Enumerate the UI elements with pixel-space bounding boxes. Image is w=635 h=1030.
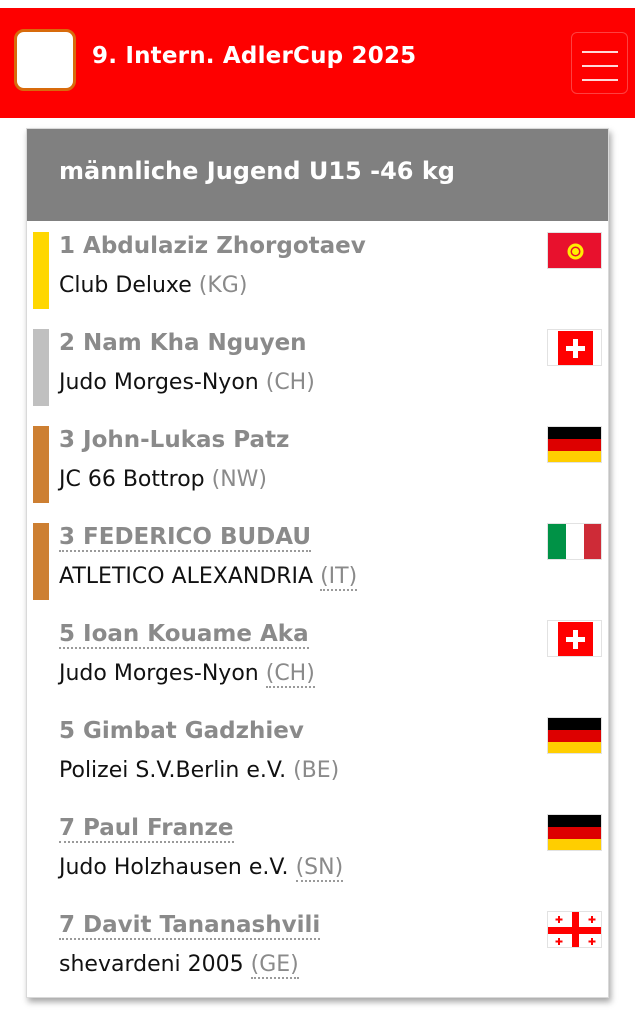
athlete-club: ATLETICO ALEXANDRIA (IT) (59, 564, 358, 591)
athlete-club: JC 66 Bottrop (NW) (59, 467, 268, 492)
athlete-club: Judo Morges-Nyon (CH) (59, 370, 315, 395)
athlete-club: Judo Holzhausen e.V. (SN) (59, 855, 344, 882)
athlete-name[interactable]: 7 Paul Franze (59, 815, 234, 843)
bronze-medal-bar (33, 426, 49, 503)
germany-flag-icon (547, 426, 602, 463)
athlete-name[interactable]: 2 Nam Kha Nguyen (59, 330, 307, 356)
athlete-club: Club Deluxe (KG) (59, 273, 248, 298)
menu-icon-bar (582, 65, 618, 67)
top-app-bar: 9. Intern. AdlerCup 2025 (0, 8, 635, 118)
result-row: 3 John-Lukas Patz JC 66 Bottrop (NW) (27, 421, 608, 518)
italy-flag-icon (547, 523, 602, 560)
switzerland-flag-icon (547, 329, 602, 366)
result-row: 7 Davit Tananashvili shevardeni 2005 (GE… (27, 906, 608, 1003)
category-header: männliche Jugend U15 -46 kg (27, 129, 608, 221)
germany-flag-icon (547, 717, 602, 754)
athlete-name[interactable]: 7 Davit Tananashvili (59, 912, 321, 940)
menu-icon-bar (582, 79, 618, 81)
athlete-name[interactable]: 1 Abdulaziz Zhorgotaev (59, 233, 366, 259)
georgia-flag-icon (547, 911, 602, 948)
app-logo[interactable] (14, 29, 76, 91)
athlete-name[interactable]: 5 Gimbat Gadzhiev (59, 718, 304, 744)
gold-medal-bar (33, 232, 49, 309)
bronze-medal-bar (33, 523, 49, 600)
kyrgyzstan-flag-icon (547, 232, 602, 269)
results-card: männliche Jugend U15 -46 kg 1 Abdulaziz … (26, 128, 609, 998)
result-row: 5 Ioan Kouame Aka Judo Morges-Nyon (CH) (27, 615, 608, 712)
category-title: männliche Jugend U15 -46 kg (59, 157, 455, 185)
menu-icon-bar (582, 51, 618, 53)
result-row: 2 Nam Kha Nguyen Judo Morges-Nyon (CH) (27, 324, 608, 421)
switzerland-flag-icon (547, 620, 602, 657)
athlete-club: Judo Morges-Nyon (CH) (59, 661, 315, 688)
result-row: 3 FEDERICO BUDAU ATLETICO ALEXANDRIA (IT… (27, 518, 608, 615)
athlete-club: shevardeni 2005 (GE) (59, 952, 299, 979)
result-row: 5 Gimbat Gadzhiev Polizei S.V.Berlin e.V… (27, 712, 608, 809)
result-row: 1 Abdulaziz Zhorgotaev Club Deluxe (KG) (27, 227, 608, 324)
germany-flag-icon (547, 814, 602, 851)
app-title[interactable]: 9. Intern. AdlerCup 2025 (92, 43, 416, 69)
result-row: 7 Paul Franze Judo Holzhausen e.V. (SN) (27, 809, 608, 906)
silver-medal-bar (33, 329, 49, 406)
athlete-club: Polizei S.V.Berlin e.V. (BE) (59, 758, 340, 783)
athlete-name[interactable]: 3 John-Lukas Patz (59, 427, 289, 453)
athlete-name[interactable]: 5 Ioan Kouame Aka (59, 621, 309, 649)
athlete-name[interactable]: 3 FEDERICO BUDAU (59, 524, 312, 552)
hamburger-menu-button[interactable] (571, 32, 628, 94)
